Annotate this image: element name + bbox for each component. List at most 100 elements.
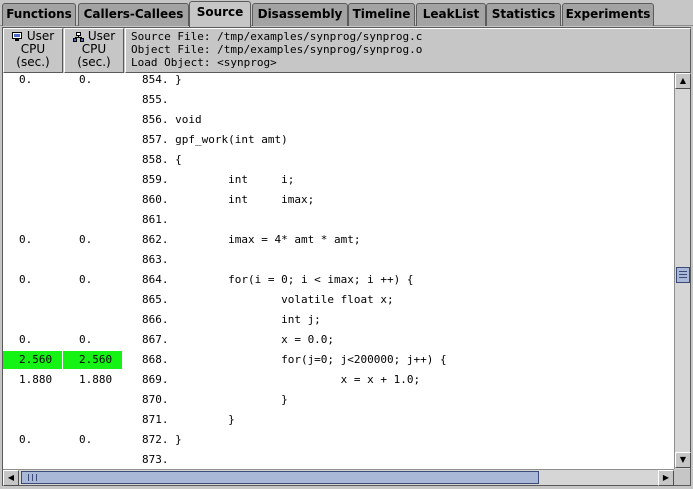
scroll-down-button[interactable]: ▼: [675, 452, 691, 468]
exclusive-cpu-value: [3, 111, 62, 129]
source-row[interactable]: 2.560 2.560 868. for(j=0; j<200000; j++) {: [3, 350, 674, 370]
source-row[interactable]: 0. 0. 872. }: [3, 430, 674, 450]
source-code-line: 859. int i;: [142, 173, 295, 186]
tab-callers-callees[interactable]: Callers-Callees: [78, 3, 189, 26]
column-header-line3: (sec.): [77, 55, 111, 69]
arrow-right-icon: ▶: [662, 473, 670, 482]
tab-timeline[interactable]: Timeline: [348, 3, 415, 26]
exclusive-cpu-value: [3, 211, 62, 229]
scroll-up-button[interactable]: ▲: [675, 73, 691, 89]
source-code-line: 865. volatile float x;: [142, 293, 394, 306]
exclusive-cpu-value: [3, 411, 62, 429]
source-code-line: 854. }: [142, 73, 182, 86]
source-file-label: Source File: /tmp/examples/synprog/synpr…: [131, 30, 423, 43]
exclusive-cpu-value: 0.: [19, 433, 33, 446]
source-row[interactable]: 856. void: [3, 110, 674, 130]
inclusive-cpu-value: [63, 451, 122, 469]
source-row[interactable]: 871. }: [3, 410, 674, 430]
source-row[interactable]: 870. }: [3, 390, 674, 410]
source-row[interactable]: 873.: [3, 450, 674, 469]
exclusive-cpu-value: 0.: [19, 333, 33, 346]
source-code-line: 857. gpf_work(int amt): [142, 133, 288, 146]
column-header-line3: (sec.): [16, 55, 50, 69]
inclusive-cpu-value: [63, 151, 122, 169]
exclusive-cpu-value: [3, 191, 62, 209]
exclusive-cpu-value: [3, 91, 62, 109]
source-row[interactable]: 858. {: [3, 150, 674, 170]
tab-experiments[interactable]: Experiments: [562, 3, 654, 26]
source-file-header: Source File: /tmp/examples/synprog/synpr…: [125, 28, 691, 73]
source-row[interactable]: 860. int imax;: [3, 190, 674, 210]
inclusive-cpu-value: 1.880: [79, 373, 113, 386]
source-code-line: 866. int j;: [142, 313, 321, 326]
horizontal-scrollbar[interactable]: ◀ ▶: [3, 469, 674, 486]
column-header-inclusive-user-cpu[interactable]: User CPU (sec.): [64, 28, 124, 73]
source-code-line: 872. }: [142, 433, 182, 446]
source-row[interactable]: 866. int j;: [3, 310, 674, 330]
exclusive-cpu-value: [3, 151, 62, 169]
scrollbar-corner: [674, 469, 690, 485]
vertical-scrollbar[interactable]: ▲ ▼: [674, 73, 691, 469]
exclusive-cpu-value: [3, 131, 62, 149]
source-row[interactable]: 859. int i;: [3, 170, 674, 190]
scroll-right-button[interactable]: ▶: [658, 470, 674, 486]
source-row[interactable]: 0. 0. 864. for(i = 0; i < imax; i ++) {: [3, 270, 674, 290]
inclusive-cpu-value: [63, 411, 122, 429]
exclusive-cpu-value: 0.: [19, 233, 33, 246]
exclusive-cpu-value: 1.880: [19, 373, 53, 386]
exclusive-cpu-value: 0.: [19, 73, 33, 86]
source-row[interactable]: 0. 0. 862. imax = 4* amt * amt;: [3, 230, 674, 250]
inclusive-cpu-value: [63, 131, 122, 149]
inclusive-cpu-value: [63, 211, 122, 229]
exclusive-cpu-value: 2.560: [3, 351, 62, 369]
inclusive-cpu-value: 0.: [79, 433, 93, 446]
exclusive-cpu-value: [3, 291, 62, 309]
exclusive-cpu-value: [3, 251, 62, 269]
inclusive-cpu-value: 0.: [79, 333, 93, 346]
inclusive-cpu-value: 0.: [79, 73, 93, 86]
scroll-left-button[interactable]: ◀: [3, 470, 19, 486]
source-row[interactable]: 863.: [3, 250, 674, 270]
exclusive-cpu-value: 0.: [19, 273, 33, 286]
inclusive-cpu-value: [63, 291, 122, 309]
source-row[interactable]: 861.: [3, 210, 674, 230]
inclusive-cpu-value: [63, 91, 122, 109]
source-listing[interactable]: 0. 0. 854. } 855. 856. void 857. gpf_work(int…: [3, 73, 674, 469]
inclusive-cpu-value: [63, 171, 122, 189]
vertical-scroll-thumb[interactable]: [676, 267, 690, 283]
inclusive-cpu-value: [63, 111, 122, 129]
source-code-line: 858. {: [142, 153, 182, 166]
tab-statistics[interactable]: Statistics: [486, 3, 561, 26]
horizontal-scroll-thumb[interactable]: [21, 471, 539, 484]
source-row[interactable]: 0. 0. 867. x = 0.0;: [3, 330, 674, 350]
tab-source[interactable]: Source: [189, 1, 251, 27]
source-row[interactable]: 0. 0. 854. }: [3, 73, 674, 90]
source-code-line: 873.: [142, 453, 169, 466]
inclusive-cpu-value: [63, 251, 122, 269]
column-header-exclusive-user-cpu[interactable]: User CPU (sec.): [3, 28, 63, 73]
source-row[interactable]: 857. gpf_work(int amt): [3, 130, 674, 150]
tab-functions[interactable]: Functions: [2, 3, 76, 26]
tab-leaklist[interactable]: LeakList: [416, 3, 486, 26]
inclusive-cpu-value: [63, 191, 122, 209]
source-code-line: 862. imax = 4* amt * amt;: [142, 233, 361, 246]
arrow-up-icon: ▲: [679, 76, 687, 85]
source-code-line: 856. void: [142, 113, 202, 126]
source-code-line: 864. for(i = 0; i < imax; i ++) {: [142, 273, 414, 286]
source-row[interactable]: 1.880 1.880 869. x = x + 1.0;: [3, 370, 674, 390]
object-file-label: Object File: /tmp/examples/synprog/synpr…: [131, 43, 423, 56]
source-row[interactable]: 865. volatile float x;: [3, 290, 674, 310]
source-code-line: 860. int imax;: [142, 193, 315, 206]
source-code-line: 863.: [142, 253, 169, 266]
exclusive-cpu-value: [3, 451, 62, 469]
source-panel: User CPU (sec.) User CPU (sec.) Source F…: [2, 27, 691, 486]
inclusive-cpu-value: [63, 311, 122, 329]
arrow-down-icon: ▼: [679, 455, 687, 464]
cpu-exclusive-icon: [11, 31, 23, 42]
load-object-label: Load Object: <synprog>: [131, 56, 277, 69]
cpu-inclusive-icon: [72, 31, 84, 42]
tab-disassembly[interactable]: Disassembly: [252, 3, 348, 26]
tab-bar: Functions Callers-Callees Source Disasse…: [0, 0, 693, 27]
source-row[interactable]: 855.: [3, 90, 674, 110]
inclusive-cpu-value: 2.560: [63, 351, 122, 369]
